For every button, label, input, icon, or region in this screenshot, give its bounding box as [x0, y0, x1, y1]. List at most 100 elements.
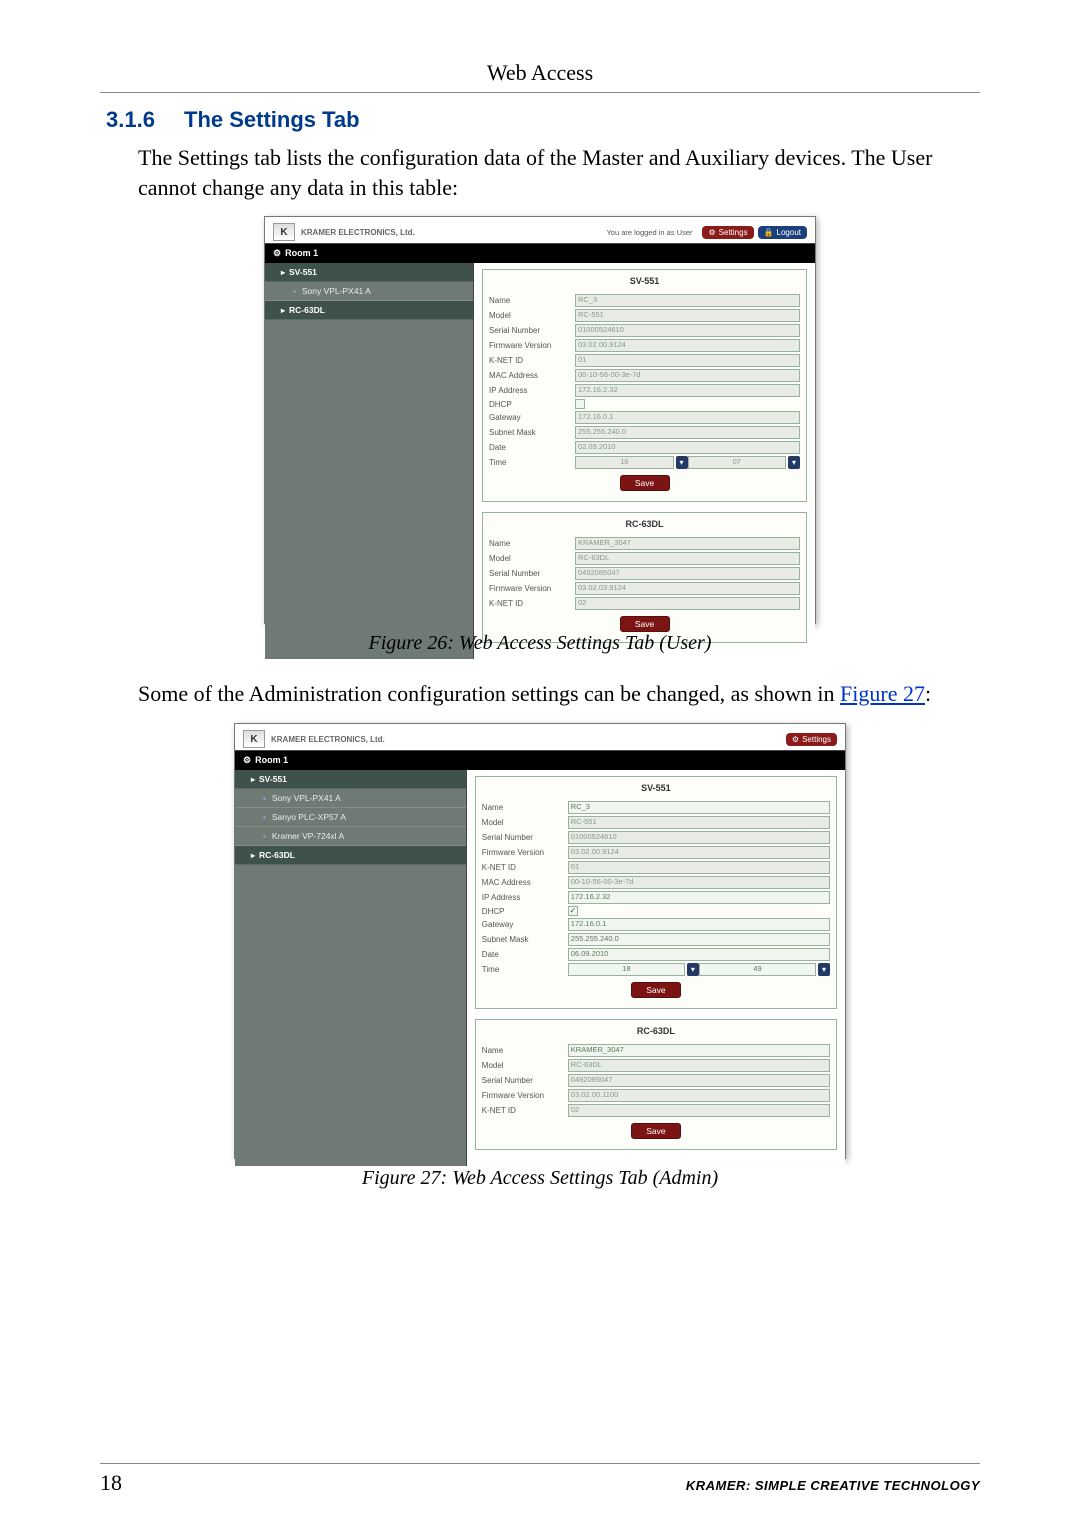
gateway-field: 172.16.0.1 [575, 411, 800, 424]
para-1: The Settings tab lists the configuration… [138, 143, 980, 202]
date-label: Date [482, 950, 568, 959]
time-min-stepper: ▾ [788, 456, 800, 469]
time-min-stepper[interactable]: ▾ [818, 963, 830, 976]
sidebar-item-kramer-vp[interactable]: Kramer VP-724xl A [235, 827, 466, 846]
subnet-field[interactable]: 255.255.240.0 [568, 933, 830, 946]
sidebar-item-rc63dl[interactable]: RC-63DL [235, 846, 466, 865]
panel-title: RC-63DL [489, 517, 800, 535]
gateway-label: Gateway [482, 920, 568, 929]
time-min-field[interactable]: 49 [699, 963, 816, 976]
panel-rc63dl: RC-63DL NameKRAMER_3047 ModelRC-63DL Ser… [475, 1019, 837, 1150]
device-icon [263, 812, 268, 822]
save-button[interactable]: Save [620, 475, 670, 491]
brand-text: KRAMER ELECTRONICS, Ltd. [301, 228, 415, 237]
sidebar-item-label: SV-551 [289, 267, 317, 277]
serial-field: 0492085047 [568, 1074, 830, 1087]
sidebar-item-label: Kramer VP-724xl A [272, 831, 344, 841]
logout-button[interactable]: Logout [758, 226, 807, 239]
model-label: Model [482, 818, 568, 827]
sidebar-item-sv551[interactable]: SV-551 [235, 770, 466, 789]
mac-field: 00-10-56-00-3e-7d [575, 369, 800, 382]
time-label: Time [482, 965, 568, 974]
save-button[interactable]: Save [631, 1123, 681, 1139]
settings-label: Settings [719, 228, 748, 237]
time-hour-stepper[interactable]: ▾ [687, 963, 699, 976]
time-hour-field[interactable]: 18 [568, 963, 685, 976]
mac-field: 00-10-56-00-3e-7d [568, 876, 830, 889]
sidebar-item-label: Sony VPL-PX41 A [272, 793, 341, 803]
settings-button[interactable]: Settings [786, 733, 837, 746]
name-label: Name [482, 803, 568, 812]
figure-26-caption: Figure 26: Web Access Settings Tab (User… [100, 632, 980, 655]
sidebar-item-sanyo[interactable]: Sanyo PLC-XP57 A [235, 808, 466, 827]
sidebar-item-sv551[interactable]: SV-551 [265, 263, 473, 282]
panel-title: RC-63DL [482, 1024, 830, 1042]
gear-icon [708, 228, 715, 237]
model-field: RC-63DL [575, 552, 800, 565]
save-button[interactable]: Save [631, 982, 681, 998]
firmware-label: Firmware Version [482, 1091, 568, 1100]
sidebar-item-sony[interactable]: Sony VPL-PX41 A [265, 282, 473, 301]
login-note: You are logged in as User [606, 228, 692, 237]
section-heading: 3.1.6 The Settings Tab [100, 107, 980, 133]
model-label: Model [482, 1061, 568, 1070]
device-icon [293, 286, 298, 296]
panel-sv551: SV-551 NameRC_3 ModelRC-551 Serial Numbe… [475, 776, 837, 1009]
name-label: Name [489, 296, 575, 305]
room-bar[interactable]: Room 1 [265, 243, 815, 263]
firmware-field: 03.02.00.9124 [568, 846, 830, 859]
date-field[interactable]: 06.09.2010 [568, 948, 830, 961]
logo-icon: K [243, 730, 265, 748]
sidebar-item-label: Sanyo PLC-XP57 A [272, 812, 346, 822]
logo-icon: K [273, 223, 295, 241]
logout-icon [764, 228, 774, 237]
settings-button[interactable]: Settings [702, 226, 753, 239]
dhcp-checkbox[interactable] [568, 906, 578, 916]
device-icon [263, 831, 268, 841]
subnet-field: 255.255.240.0 [575, 426, 800, 439]
room-label: Room 1 [255, 755, 288, 765]
expand-icon [251, 774, 255, 784]
sidebar-item-sony[interactable]: Sony VPL-PX41 A [235, 789, 466, 808]
gateway-field[interactable]: 172.16.0.1 [568, 918, 830, 931]
gear-icon [273, 248, 285, 258]
firmware-label: Firmware Version [482, 848, 568, 857]
name-field: KRAMER_3047 [575, 537, 800, 550]
mac-label: MAC Address [489, 371, 575, 380]
room-bar[interactable]: Room 1 [235, 750, 845, 770]
knet-field: 02 [575, 597, 800, 610]
serial-label: Serial Number [482, 833, 568, 842]
para-2: Some of the Administration configuration… [138, 679, 980, 709]
ip-field: 172.16.2.32 [575, 384, 800, 397]
firmware-field: 03.02.03.9124 [575, 582, 800, 595]
mac-label: MAC Address [482, 878, 568, 887]
gateway-label: Gateway [489, 413, 575, 422]
name-field[interactable]: RC_3 [568, 801, 830, 814]
figure-27-link[interactable]: Figure 27 [840, 681, 925, 706]
firmware-field: 03.02.00.1100 [568, 1089, 830, 1102]
sidebar-item-label: Sony VPL-PX41 A [302, 286, 371, 296]
para-2-text-a: Some of the Administration configuration… [138, 681, 840, 706]
model-field: RC-551 [568, 816, 830, 829]
model-field: RC-551 [575, 309, 800, 322]
sidebar-item-label: RC-63DL [289, 305, 325, 315]
time-label: Time [489, 458, 575, 467]
expand-icon [281, 305, 285, 315]
knet-label: K-NET ID [482, 863, 568, 872]
date-label: Date [489, 443, 575, 452]
expand-icon [251, 850, 255, 860]
sidebar-item-rc63dl[interactable]: RC-63DL [265, 301, 473, 320]
serial-label: Serial Number [489, 569, 575, 578]
knet-label: K-NET ID [482, 1106, 568, 1115]
name-field[interactable]: KRAMER_3047 [568, 1044, 830, 1057]
save-button[interactable]: Save [620, 616, 670, 632]
ip-field[interactable]: 172.16.2.32 [568, 891, 830, 904]
figure-26-screenshot: K KRAMER ELECTRONICS, Ltd. You are logge… [264, 216, 816, 624]
name-label: Name [489, 539, 575, 548]
settings-main: SV-551 NameRC_3 ModelRC-551 Serial Numbe… [467, 770, 845, 1166]
device-sidebar: SV-551 Sony VPL-PX41 A Sanyo PLC-XP57 A … [235, 770, 467, 1166]
knet-field: 01 [575, 354, 800, 367]
gear-icon [792, 735, 799, 744]
subnet-label: Subnet Mask [482, 935, 568, 944]
serial-field: 01000524610 [575, 324, 800, 337]
